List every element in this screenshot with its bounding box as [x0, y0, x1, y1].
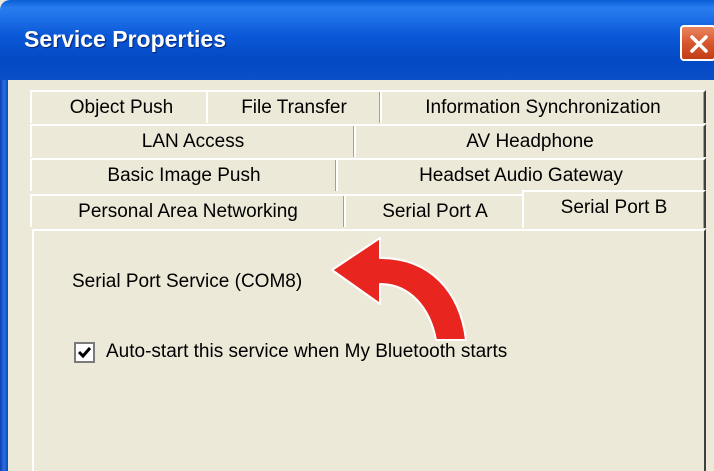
tab-headset-audio-gateway[interactable]: Headset Audio Gateway: [336, 158, 706, 191]
autostart-checkbox[interactable]: [74, 342, 95, 363]
service-properties-window: Service Properties Object Push File Tran…: [0, 0, 714, 471]
window-title: Service Properties: [24, 26, 227, 52]
tab-file-transfer[interactable]: File Transfer: [206, 90, 382, 123]
tab-serial-port-b[interactable]: Serial Port B: [522, 190, 706, 228]
curved-arrow-icon: [331, 237, 467, 341]
title-bar[interactable]: Service Properties: [0, 0, 714, 80]
tab-serial-port-a[interactable]: Serial Port A: [344, 194, 526, 227]
tab-basic-image-push[interactable]: Basic Image Push: [30, 158, 338, 191]
tab-lan-access[interactable]: LAN Access: [30, 124, 356, 157]
tab-information-synchronization[interactable]: Information Synchronization: [380, 90, 706, 123]
tab-personal-area-networking[interactable]: Personal Area Networking: [30, 194, 346, 227]
check-icon: [77, 347, 92, 359]
close-icon: [690, 35, 708, 53]
close-button[interactable]: [680, 25, 714, 61]
tab-av-headphone[interactable]: AV Headphone: [354, 124, 706, 157]
autostart-label[interactable]: Auto-start this service when My Bluetoot…: [106, 341, 507, 363]
service-name-label: Serial Port Service (COM8): [72, 271, 303, 292]
window-left-border: [0, 80, 8, 471]
tab-object-push[interactable]: Object Push: [30, 90, 213, 123]
